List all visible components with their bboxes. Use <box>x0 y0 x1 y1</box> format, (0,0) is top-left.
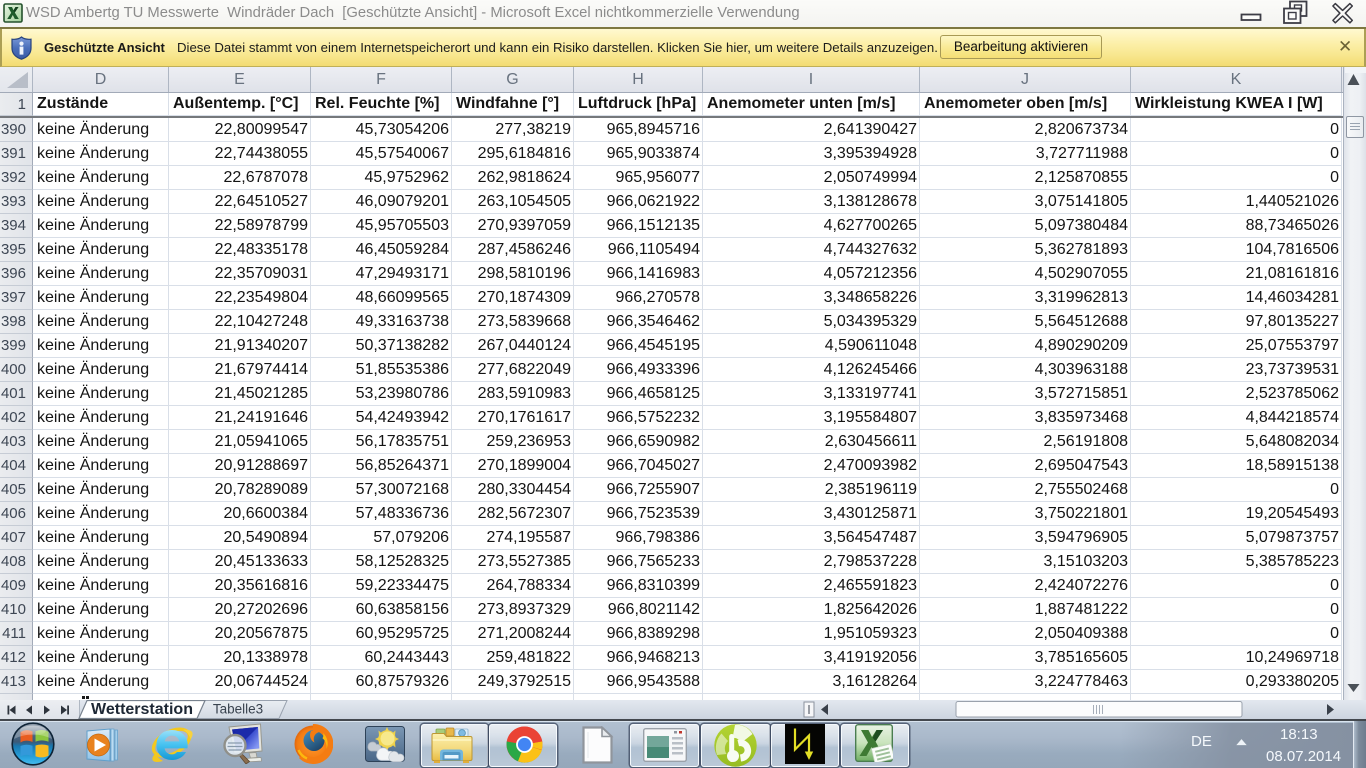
svg-text:Tabelle3: Tabelle3 <box>213 702 263 717</box>
svg-text:Wetterstation: Wetterstation <box>91 701 193 718</box>
